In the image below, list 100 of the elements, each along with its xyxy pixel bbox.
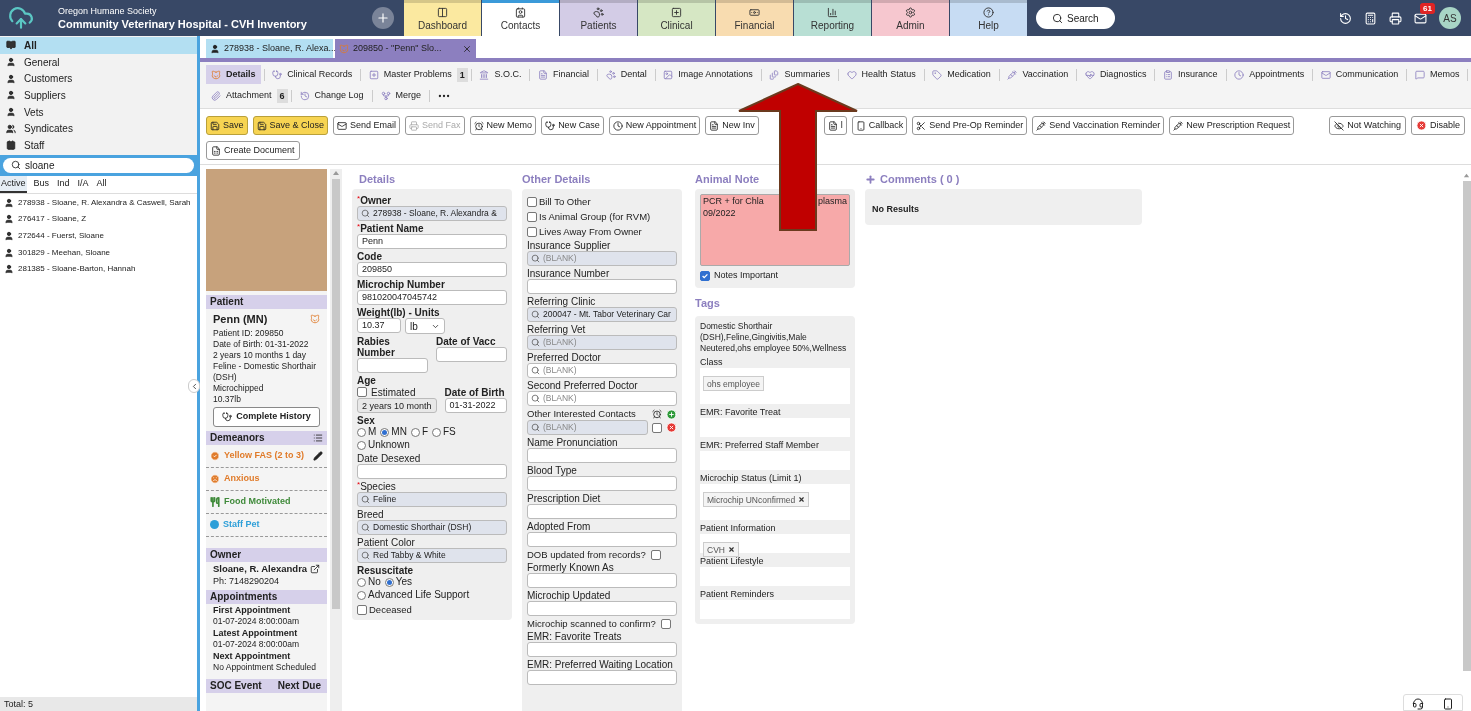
input-field[interactable]: 981020047045742 — [357, 290, 507, 305]
close-icon[interactable] — [462, 43, 472, 54]
sub-tab[interactable]: Merge — [375, 86, 427, 105]
contact-result[interactable]: 281385 - Sloane-Barton, Hannah — [0, 261, 197, 278]
checkbox[interactable] — [652, 422, 662, 433]
input-field[interactable]: 10.37 — [357, 318, 401, 333]
toolbar-button[interactable]: Send Vaccination Reminder — [1032, 116, 1165, 135]
scrollbar-thumb[interactable] — [1462, 181, 1471, 671]
radio-button[interactable] — [357, 590, 366, 600]
sub-tab[interactable]: Attachment — [206, 86, 277, 105]
toolbar-button[interactable]: Send Email — [333, 116, 401, 135]
filter-tab[interactable]: Ind — [56, 175, 71, 194]
input-field[interactable] — [357, 358, 428, 373]
sub-tab[interactable]: Change Log — [294, 86, 369, 105]
sub-tab[interactable]: Vaccination — [1002, 65, 1074, 84]
input-field[interactable] — [527, 573, 677, 588]
category-item[interactable]: Vets — [0, 103, 197, 121]
sub-tab[interactable]: Master Problems — [363, 65, 457, 84]
radio-button[interactable] — [432, 427, 441, 437]
input-field[interactable] — [527, 504, 677, 519]
toolbar-button[interactable]: Create Document — [206, 141, 300, 160]
sub-tab[interactable]: Dental — [600, 65, 652, 84]
input-field[interactable] — [527, 601, 677, 616]
mail-icon[interactable] — [1414, 11, 1427, 25]
search-field[interactable]: sloane — [3, 157, 194, 173]
lookup-field[interactable]: Feline — [357, 492, 507, 507]
nav-tab[interactable]: Admin — [872, 0, 949, 36]
sub-tab[interactable]: Summaries — [764, 65, 835, 84]
input-field[interactable] — [527, 532, 677, 547]
lookup-field[interactable]: Red Tabby & White — [357, 548, 507, 563]
phone-icon[interactable] — [1442, 698, 1454, 710]
external-link-icon[interactable] — [310, 563, 320, 574]
input-field[interactable] — [527, 279, 677, 294]
lookup-field[interactable]: Domestic Shorthair (DSH) — [357, 520, 507, 535]
sub-tab[interactable]: Communication — [1315, 65, 1404, 84]
record-tab[interactable]: 209850 - "Penn" Slo... — [335, 39, 476, 58]
plus-icon[interactable] — [865, 173, 876, 185]
sub-tab[interactable]: Health Status — [841, 65, 921, 84]
lookup-field[interactable]: 200047 - Mt. Tabor Veterinary Car — [527, 307, 677, 322]
radio-button[interactable] — [380, 427, 390, 437]
contact-result[interactable]: 276417 - Sloane, Z — [0, 211, 197, 228]
radio-button[interactable] — [357, 427, 366, 437]
toolbar-button[interactable]: Disable — [1411, 116, 1465, 135]
sub-tab[interactable]: Details — [206, 65, 261, 84]
category-item[interactable]: Customers — [0, 70, 197, 88]
alarm-clock-icon[interactable] — [652, 409, 662, 419]
nav-tab[interactable]: Clinical — [638, 0, 715, 36]
sub-tab[interactable]: Appointments — [1229, 65, 1310, 84]
checkbox[interactable] — [357, 605, 367, 615]
sub-tab[interactable]: Financial — [533, 65, 595, 84]
printer-icon[interactable] — [1389, 11, 1402, 25]
list-icon[interactable] — [313, 432, 323, 443]
category-item[interactable]: Suppliers — [0, 87, 197, 104]
sub-tab[interactable]: Insurance — [1158, 65, 1223, 84]
remove-icon[interactable] — [727, 546, 735, 554]
history-icon[interactable] — [1339, 11, 1352, 25]
remove-icon[interactable] — [798, 496, 806, 504]
checkbox[interactable] — [357, 387, 367, 397]
nav-tab[interactable]: Patients — [560, 0, 637, 36]
toolbar-button[interactable]: Callback — [851, 116, 908, 135]
contact-result[interactable]: 301829 - Meehan, Sloane — [0, 244, 197, 262]
tag-box[interactable]: Microchip UNconfirmed — [700, 483, 850, 520]
sub-tab[interactable]: Medication — [927, 65, 996, 84]
toolbar-button[interactable]: New Memo — [469, 116, 537, 135]
filter-tab[interactable]: I/A — [76, 175, 90, 194]
calculator-icon[interactable] — [1364, 11, 1377, 25]
section-title[interactable]: Comments ( 0 ) — [880, 170, 960, 188]
scroll-up-icon[interactable] — [1463, 172, 1470, 179]
sub-tab[interactable]: Clinical Records — [267, 65, 358, 84]
toolbar-button[interactable]: Save — [206, 116, 248, 135]
input-field[interactable] — [436, 347, 507, 362]
checkbox[interactable] — [527, 197, 537, 207]
category-item[interactable]: All — [0, 37, 197, 54]
toolbar-button[interactable]: Send Pre-Op Reminder — [912, 116, 1028, 135]
sub-tab[interactable]: Memos — [1409, 65, 1465, 84]
toolbar-button[interactable]: l — [823, 116, 847, 135]
input-field[interactable]: Penn — [357, 234, 507, 249]
nav-tab[interactable]: Dashboard — [404, 0, 481, 36]
scrollbar-thumb[interactable] — [332, 179, 340, 609]
sub-tab[interactable]: Diagnostics — [1079, 65, 1152, 84]
category-item[interactable]: Syndicates — [0, 120, 197, 138]
radio-button[interactable] — [357, 440, 366, 450]
filter-tab[interactable]: All — [95, 175, 108, 194]
contact-result[interactable]: 278938 - Sloane, R. Alexandra & Caswell, Sarah — [0, 194, 197, 211]
checkbox[interactable] — [660, 618, 671, 629]
checkbox[interactable] — [700, 270, 710, 281]
nav-tab[interactable]: Reporting — [794, 0, 871, 36]
search-button[interactable]: Search — [1036, 7, 1115, 29]
nav-tab[interactable]: Help — [950, 0, 1027, 36]
pencil-icon[interactable] — [313, 450, 323, 461]
input-field[interactable] — [357, 464, 507, 479]
toolbar-button[interactable]: New Inv — [705, 116, 759, 135]
toolbar-button[interactable]: New Prescription Request — [1169, 116, 1295, 135]
tag-box[interactable]: ohs employee — [700, 367, 850, 404]
radio-button[interactable] — [410, 427, 420, 437]
input-field[interactable] — [527, 476, 677, 491]
nav-tab[interactable]: Financial — [716, 0, 793, 36]
filter-tab[interactable]: Bus — [32, 175, 51, 194]
lookup-field[interactable]: (BLANK) — [527, 363, 677, 378]
lookup-field[interactable]: 278938 - Sloane, R. Alexandra & — [357, 206, 507, 221]
